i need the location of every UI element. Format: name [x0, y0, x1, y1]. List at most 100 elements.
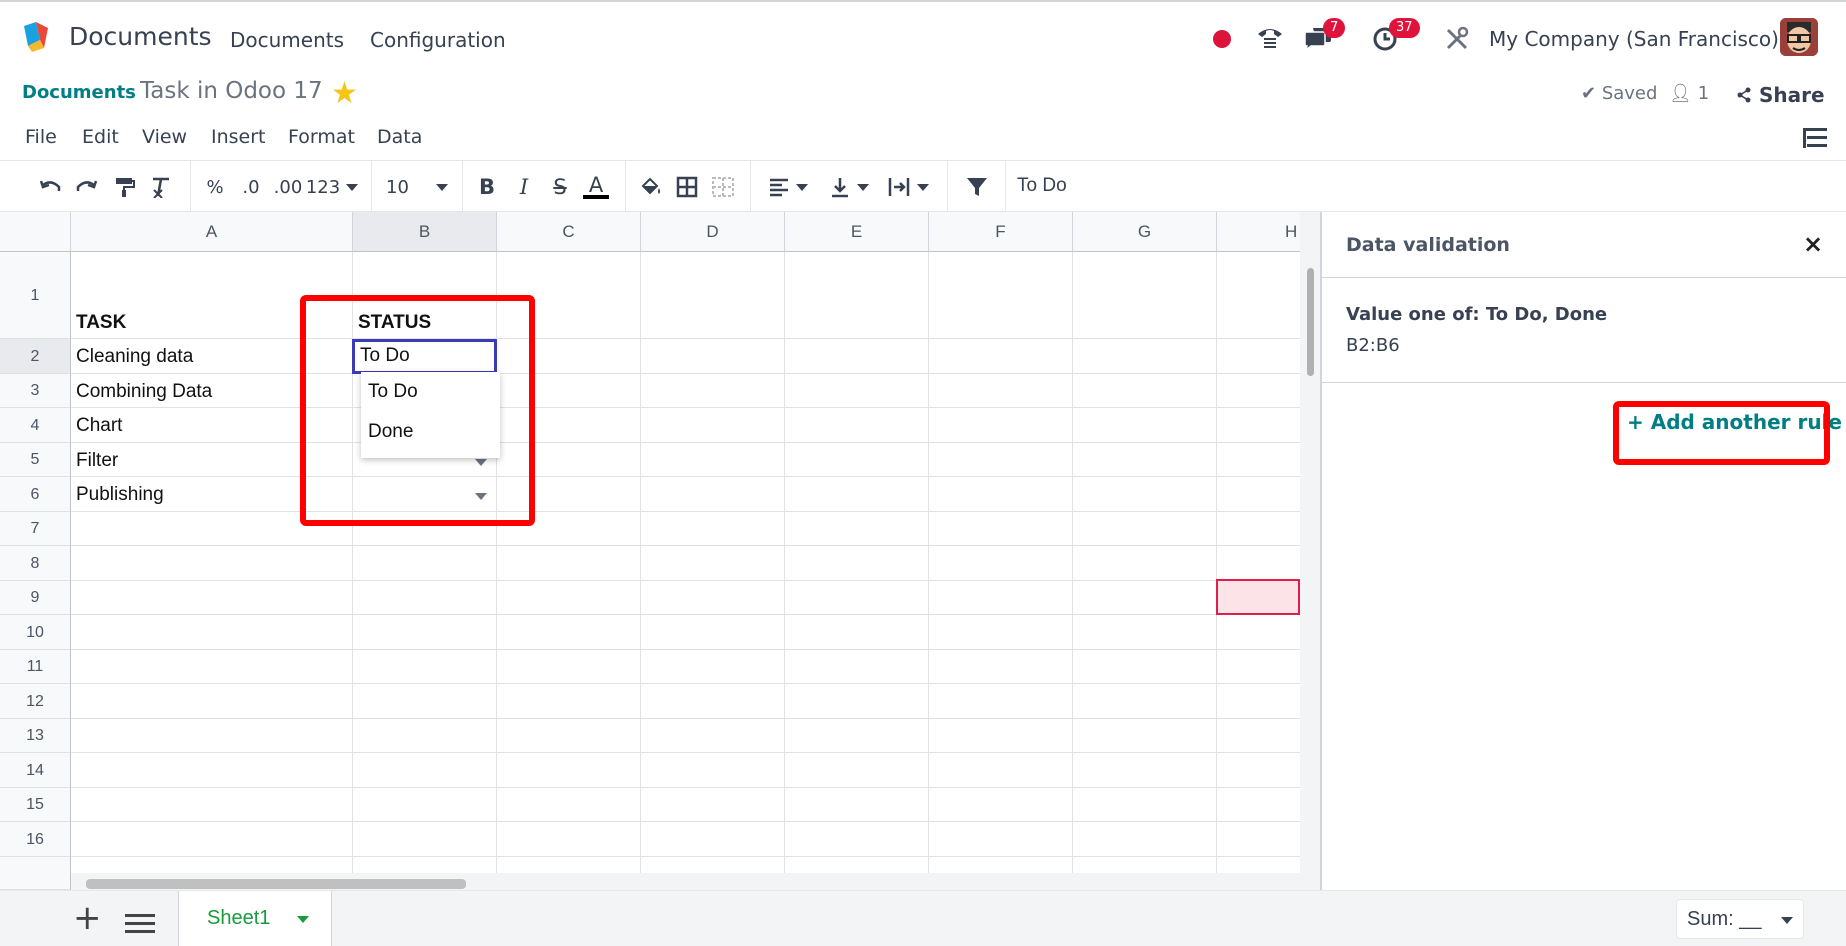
- vertical-scrollbar[interactable]: [1300, 212, 1320, 890]
- font-size-select[interactable]: 10: [386, 173, 448, 201]
- row-header-15[interactable]: 15: [0, 788, 71, 822]
- check-icon: ✔: [1581, 83, 1597, 104]
- cell-a5[interactable]: Filter: [76, 450, 118, 472]
- top-navbar: Documents Documents Configuration 7 37 M…: [0, 0, 1846, 74]
- column-header-g[interactable]: G: [1073, 212, 1217, 252]
- menu-file[interactable]: File: [25, 126, 57, 148]
- sheet-bar: + Sheet1 Sum: __: [0, 890, 1846, 946]
- row-header-2[interactable]: 2: [0, 339, 71, 374]
- phone-icon[interactable]: [1256, 24, 1284, 52]
- horizontal-scrollbar[interactable]: [71, 873, 1300, 891]
- user-avatar[interactable]: [1780, 18, 1818, 56]
- list-sheets-icon[interactable]: [125, 913, 155, 933]
- saved-label: Saved: [1601, 83, 1658, 104]
- sheet-tab[interactable]: Sheet1: [178, 891, 332, 946]
- text-color-icon[interactable]: A: [582, 173, 610, 201]
- menu-edit[interactable]: Edit: [82, 126, 119, 148]
- text-wrap-icon[interactable]: [883, 173, 933, 201]
- row-header-11[interactable]: 11: [0, 650, 71, 684]
- cell-a4[interactable]: Chart: [76, 415, 122, 437]
- app-title[interactable]: Documents: [69, 22, 212, 51]
- row-header-12[interactable]: 12: [0, 684, 71, 719]
- horizontal-scroll-thumb[interactable]: [86, 879, 466, 889]
- row-header-7[interactable]: 7: [0, 512, 71, 546]
- filter-icon[interactable]: [964, 173, 990, 201]
- vertical-scroll-thumb[interactable]: [1307, 268, 1314, 376]
- row-header-9[interactable]: 9: [0, 581, 71, 615]
- share-button[interactable]: Share: [1736, 83, 1825, 107]
- row-header-16[interactable]: 16: [0, 822, 71, 857]
- favorite-star-icon[interactable]: ★: [331, 76, 358, 111]
- row-header-17[interactable]: [0, 857, 71, 890]
- column-header-e[interactable]: E: [785, 212, 929, 252]
- recording-indicator-icon[interactable]: [1213, 30, 1231, 48]
- italic-icon[interactable]: I: [512, 173, 536, 201]
- menu-format[interactable]: Format: [288, 126, 355, 148]
- nav-menu-configuration[interactable]: Configuration: [370, 28, 506, 52]
- column-header-b[interactable]: B: [353, 212, 497, 252]
- cell-a1[interactable]: TASK: [76, 312, 126, 334]
- row-header-4[interactable]: 4: [0, 408, 71, 443]
- row-header-6[interactable]: 6: [0, 477, 71, 512]
- vertical-align-icon[interactable]: [825, 173, 873, 201]
- paint-format-icon[interactable]: [112, 173, 138, 201]
- column-header-d[interactable]: D: [641, 212, 785, 252]
- select-all-corner[interactable]: [0, 212, 71, 252]
- close-icon[interactable]: ×: [1803, 230, 1823, 258]
- breadcrumb-documents-link[interactable]: Documents: [22, 82, 136, 103]
- cell-a3[interactable]: Combining Data: [76, 381, 212, 403]
- row-header-10[interactable]: 10: [0, 615, 71, 650]
- app-logo-icon[interactable]: [20, 20, 54, 54]
- decrease-decimal-button[interactable]: .0: [238, 173, 264, 201]
- row-header-13[interactable]: 13: [0, 719, 71, 753]
- nav-menu-documents[interactable]: Documents: [230, 28, 344, 52]
- chat-badge: 7: [1323, 18, 1346, 38]
- rule-range: B2:B6: [1346, 335, 1400, 356]
- cell-h9-highlight[interactable]: [1216, 579, 1300, 615]
- breadcrumb: Documents Task in Odoo 17 ★ ✔ Saved 👤︎ 1…: [0, 74, 1846, 120]
- font-size-value: 10: [386, 176, 409, 198]
- strikethrough-icon[interactable]: S: [548, 173, 572, 201]
- column-header-c[interactable]: C: [497, 212, 641, 252]
- redo-icon[interactable]: [73, 173, 99, 201]
- bold-icon[interactable]: B: [475, 173, 499, 201]
- chevron-down-icon: [1781, 917, 1793, 924]
- column-header-a[interactable]: A: [71, 212, 353, 252]
- side-panel-toggle-icon[interactable]: [1803, 126, 1829, 150]
- formula-bar-input[interactable]: To Do: [1017, 175, 1067, 197]
- column-header-h[interactable]: H: [1217, 212, 1300, 252]
- row-header-8[interactable]: 8: [0, 546, 71, 581]
- row-header-5[interactable]: 5: [0, 443, 71, 477]
- add-sheet-button[interactable]: +: [73, 901, 102, 935]
- menu-data[interactable]: Data: [377, 126, 422, 148]
- column-header-f[interactable]: F: [929, 212, 1073, 252]
- sheet-menu-caret-icon[interactable]: [297, 916, 309, 923]
- sheet-name: Sheet1: [207, 907, 271, 929]
- fill-color-icon[interactable]: [638, 173, 664, 201]
- row-header-1[interactable]: 1: [0, 252, 71, 339]
- row-header-3[interactable]: 3: [0, 374, 71, 408]
- clear-format-icon[interactable]: [148, 173, 174, 201]
- aggregate-label: Sum: __: [1687, 908, 1762, 930]
- spreadsheet-grid[interactable]: A B C D E F G H 1 2 3 4 5 6 7 8 9 10 11 …: [0, 212, 1300, 890]
- menu-insert[interactable]: Insert: [211, 126, 266, 148]
- menu-view[interactable]: View: [142, 126, 187, 148]
- more-formats-button[interactable]: 123: [306, 173, 359, 201]
- activity-badge: 37: [1389, 18, 1420, 38]
- document-name[interactable]: Task in Odoo 17: [140, 78, 323, 104]
- undo-icon[interactable]: [38, 173, 64, 201]
- increase-decimal-button[interactable]: .00: [272, 173, 304, 201]
- cell-a6[interactable]: Publishing: [76, 484, 164, 506]
- merge-cells-icon[interactable]: [710, 173, 736, 201]
- row-header-14[interactable]: 14: [0, 753, 71, 788]
- company-switcher[interactable]: My Company (San Francisco): [1489, 27, 1779, 51]
- borders-icon[interactable]: [674, 173, 700, 201]
- share-label: Share: [1758, 83, 1825, 107]
- validation-rule-item[interactable]: Value one of: To Do, Done B2:B6: [1322, 278, 1846, 383]
- aggregate-select[interactable]: Sum: __: [1676, 899, 1804, 939]
- tools-icon[interactable]: [1444, 26, 1470, 52]
- cell-a2[interactable]: Cleaning data: [76, 346, 193, 368]
- panel-title: Data validation: [1346, 234, 1510, 256]
- format-percent-button[interactable]: %: [204, 173, 226, 201]
- horizontal-align-icon[interactable]: [764, 173, 812, 201]
